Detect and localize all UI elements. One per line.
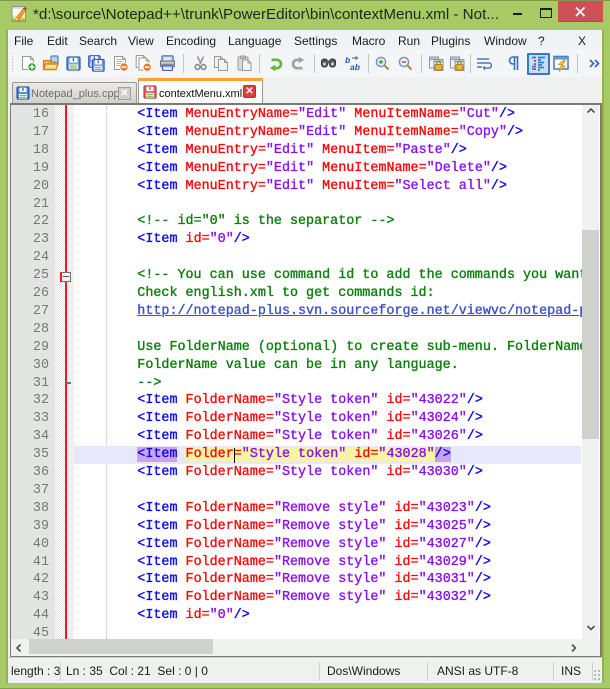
svg-text:ab: ab — [350, 62, 360, 72]
